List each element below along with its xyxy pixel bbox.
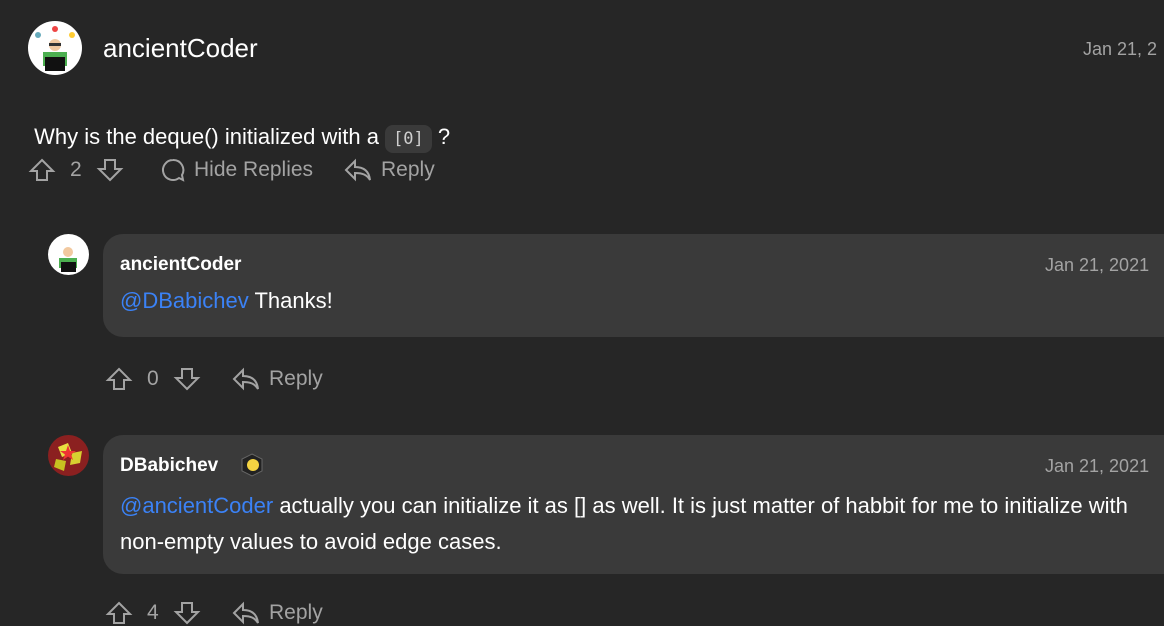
reply-bubble: DBabichev Jan 21, 2021 @ancientCoder act… [103,435,1164,574]
inline-code: [0] [385,125,432,153]
hide-replies-button[interactable]: Hide Replies [160,157,313,183]
reply-text: @DBabichev Thanks! [120,288,333,314]
reply-icon [232,601,259,625]
vote-count: 4 [147,601,159,624]
mention-link[interactable]: @ancientCoder [120,493,273,518]
reply-button[interactable]: Reply [231,600,323,626]
reply-text: @ancientCoder actually you can initializ… [120,488,1150,560]
reply-author[interactable]: DBabichev [120,455,218,477]
coder-avatar-icon [35,26,75,71]
avatar[interactable] [28,21,82,75]
reply-label: Reply [269,601,323,624]
comment-date: Jan 21, 2 [1083,39,1158,59]
reply-label: Reply [269,367,323,390]
badge-icon [241,453,263,477]
mention-link[interactable]: @DBabichev [120,288,249,313]
avatar[interactable] [48,435,89,476]
reply-date: Jan 21, 2021 [1045,255,1150,275]
reply-author[interactable]: ancientCoder [120,254,241,276]
dodecahedron-avatar-icon [54,443,82,471]
upvote-icon[interactable] [28,157,56,183]
upvote-icon[interactable] [105,600,133,626]
upvote-icon[interactable] [105,366,133,392]
comment-text-part: Why is the deque() initialized with a [34,124,386,149]
downvote-icon[interactable] [173,600,201,626]
comment-author[interactable]: ancientCoder [103,33,258,64]
vote-group: 4 [105,600,201,626]
reply-text-body: Thanks! [248,288,333,313]
vote-group: 0 [105,366,201,392]
coder-avatar-icon [59,247,77,272]
vote-count: 2 [70,158,82,181]
reply-date: Jan 21, 2021 [1045,456,1150,476]
downvote-icon[interactable] [96,157,124,183]
avatar[interactable] [48,234,89,275]
vote-count: 0 [147,367,159,390]
reply-button[interactable]: Reply [231,366,323,392]
comment-text-part: ? [431,124,451,149]
reply-button[interactable]: Reply [343,157,435,183]
vote-group: 2 [28,157,124,183]
comment-bubble-icon [162,158,185,182]
reply-label: Reply [381,158,435,181]
reply-icon [232,367,259,391]
reply-bubble: ancientCoder Jan 21, 2021 @DBabichev Tha… [103,234,1164,337]
reply-icon [344,158,371,182]
downvote-icon[interactable] [173,366,201,392]
hide-replies-label: Hide Replies [194,158,314,181]
comment-text: Why is the deque() initialized with a [0… [28,92,450,154]
